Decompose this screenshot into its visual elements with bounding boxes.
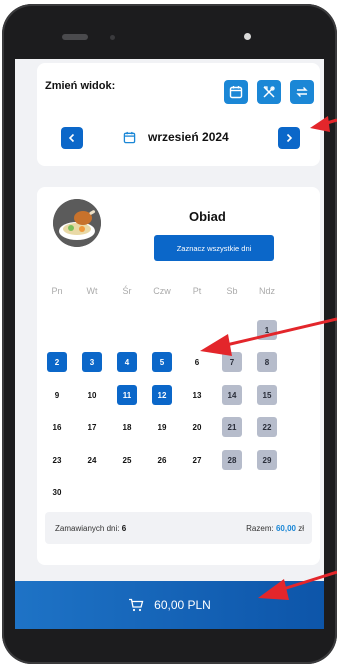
annotation-arrows xyxy=(200,116,337,600)
phone-frame: Zmień widok: wrzesień 2024 Obiad Zaznacz… xyxy=(2,4,337,664)
arrow-to-cart xyxy=(258,570,337,600)
arrow-to-days xyxy=(200,317,337,356)
arrow-to-month-nav xyxy=(310,116,337,132)
